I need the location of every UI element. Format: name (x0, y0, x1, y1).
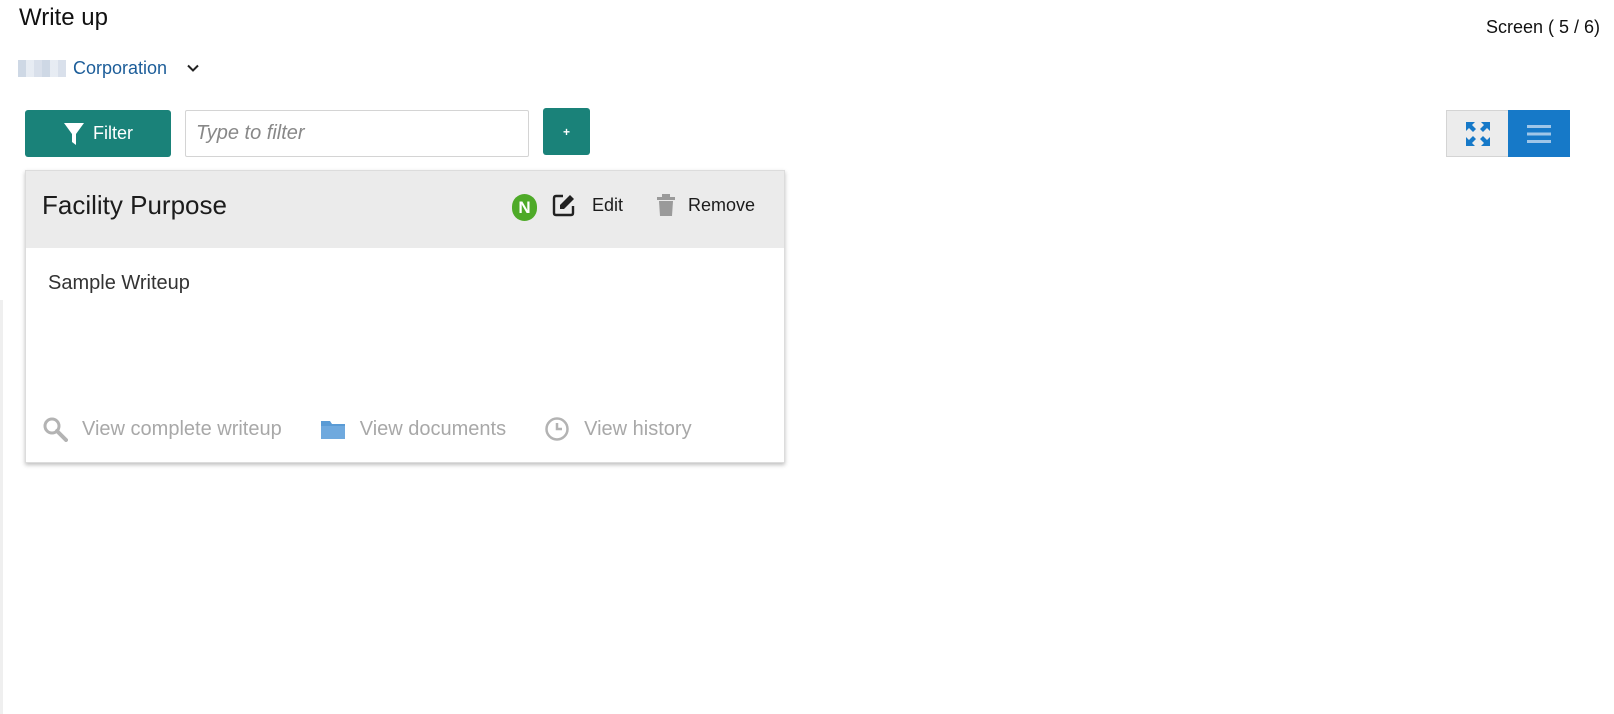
clock-icon (545, 417, 569, 441)
view-history-label: View history (584, 417, 692, 440)
remove-button[interactable]: Remove (656, 193, 755, 217)
view-history-link[interactable]: View history (544, 416, 692, 442)
remove-label: Remove (688, 194, 756, 215)
search-icon (43, 417, 68, 442)
view-complete-writeup-label: View complete writeup (82, 417, 282, 440)
view-documents-link[interactable]: View documents (320, 418, 506, 441)
tile-view-button[interactable] (1446, 110, 1508, 157)
view-complete-writeup-link[interactable]: View complete writeup (42, 416, 282, 442)
edit-label: Edit (592, 194, 624, 215)
status-badge: N (512, 194, 537, 221)
filter-button-label: Filter (93, 123, 133, 143)
writeup-card-title: Facility Purpose (42, 190, 227, 220)
chevron-down-icon[interactable] (185, 60, 201, 76)
party-name[interactable]: Corporation (73, 58, 167, 79)
screen-indicator: Screen ( 5 / 6) (1485, 17, 1600, 37)
filter-button[interactable]: Filter (25, 110, 171, 157)
list-view-button[interactable] (1508, 110, 1570, 157)
left-edge-rule (0, 300, 3, 714)
view-toggle (1446, 110, 1570, 157)
view-documents-label: View documents (359, 417, 507, 440)
page-title: Write up (19, 4, 108, 31)
trash-icon (657, 194, 675, 216)
funnel-icon (64, 122, 84, 145)
filter-input[interactable] (185, 110, 529, 157)
writeup-card-footer: View complete writeup View documents Vie… (42, 414, 692, 444)
edit-button[interactable]: Edit (552, 193, 623, 217)
hamburger-list-icon (1527, 124, 1551, 143)
writeup-content: Sample Writeup (48, 272, 190, 294)
party-selector[interactable]: Corporation (18, 56, 201, 80)
folder-icon (320, 421, 345, 439)
writeup-card: Facility Purpose N Edit Remove Sample Wr… (25, 170, 785, 463)
writeup-card-header: Facility Purpose N Edit Remove (26, 171, 784, 248)
expand-arrows-icon (1465, 121, 1490, 146)
party-logo-redacted (18, 59, 66, 77)
add-writeup-button[interactable]: + (543, 108, 590, 155)
edit-icon (552, 194, 575, 217)
